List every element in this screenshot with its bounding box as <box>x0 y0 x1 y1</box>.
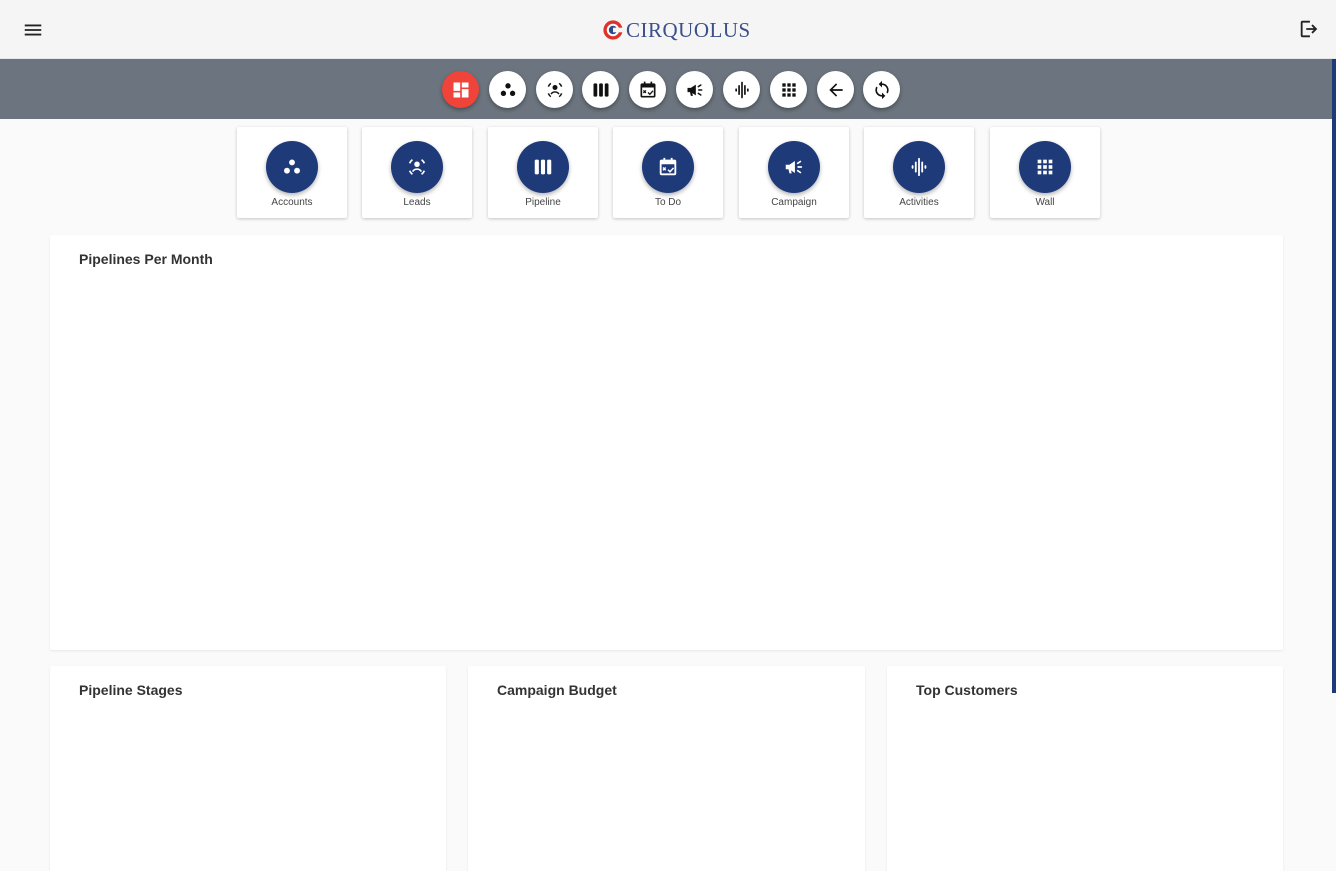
grid-icon <box>779 80 799 100</box>
toolbar-pipeline-button[interactable] <box>582 71 619 108</box>
logo-mark-icon <box>603 20 624 40</box>
shortcut-label: To Do <box>654 197 682 208</box>
shortcut-campaign[interactable]: Campaign <box>739 127 849 218</box>
shortcut-label: Activities <box>899 197 939 208</box>
shortcut-pipeline[interactable]: Pipeline <box>488 127 598 218</box>
leads-icon <box>545 80 565 100</box>
activity-waveform-icon <box>732 80 752 100</box>
megaphone-icon <box>685 80 705 100</box>
shortcut-leads[interactable]: Leads <box>362 127 472 218</box>
leads-icon <box>406 156 428 178</box>
campaign-budget-card: Campaign Budget <box>468 666 865 871</box>
shortcut-label: Accounts <box>271 197 313 208</box>
pipeline-icon <box>532 156 554 178</box>
activity-waveform-icon <box>908 156 930 178</box>
shortcut-label: Leads <box>403 197 431 208</box>
todo-calendar-icon <box>657 156 679 178</box>
toolbar-refresh-button[interactable] <box>863 71 900 108</box>
scrollbar[interactable] <box>1332 59 1336 693</box>
toolbar-wall-button[interactable] <box>770 71 807 108</box>
toolbar-activities-button[interactable] <box>723 71 760 108</box>
shortcut-wall[interactable]: Wall <box>990 127 1100 218</box>
accounts-icon <box>281 156 303 178</box>
toolbar-leads-button[interactable] <box>536 71 573 108</box>
toolbar-campaign-button[interactable] <box>676 71 713 108</box>
toolbar-todo-button[interactable] <box>629 71 666 108</box>
shortcut-label: Pipeline <box>525 197 561 208</box>
toolbar-accounts-button[interactable] <box>489 71 526 108</box>
dashboard-icon <box>451 80 471 100</box>
shortcut-todo[interactable]: To Do <box>613 127 723 218</box>
app-header: CIRQUOLUS <box>0 0 1336 59</box>
logout-icon[interactable] <box>1298 18 1322 42</box>
card-title: Campaign Budget <box>497 682 617 698</box>
refresh-icon <box>872 80 892 100</box>
pipeline-icon <box>591 80 611 100</box>
arrow-left-icon <box>826 80 846 100</box>
megaphone-icon <box>783 156 805 178</box>
pipelines-per-month-card: Pipelines Per Month <box>50 235 1283 650</box>
top-customers-card: Top Customers <box>887 666 1283 871</box>
hamburger-menu-icon[interactable] <box>22 19 44 41</box>
toolbar-dashboard-button[interactable] <box>442 71 479 108</box>
grid-icon <box>1034 156 1056 178</box>
app-logo: CIRQUOLUS <box>602 17 751 43</box>
accounts-icon <box>498 80 518 100</box>
shortcut-label: Campaign <box>771 197 817 208</box>
shortcut-accounts[interactable]: Accounts <box>237 127 347 218</box>
shortcut-label: Wall <box>1035 197 1055 208</box>
pipeline-stages-card: Pipeline Stages <box>50 666 446 871</box>
card-title: Pipelines Per Month <box>79 251 213 267</box>
quick-toolbar <box>0 59 1336 119</box>
card-title: Pipeline Stages <box>79 682 183 698</box>
card-title: Top Customers <box>916 682 1018 698</box>
todo-calendar-icon <box>638 80 658 100</box>
shortcut-activities[interactable]: Activities <box>864 127 974 218</box>
toolbar-back-button[interactable] <box>817 71 854 108</box>
brand-name: CIRQUOLUS <box>626 17 751 42</box>
